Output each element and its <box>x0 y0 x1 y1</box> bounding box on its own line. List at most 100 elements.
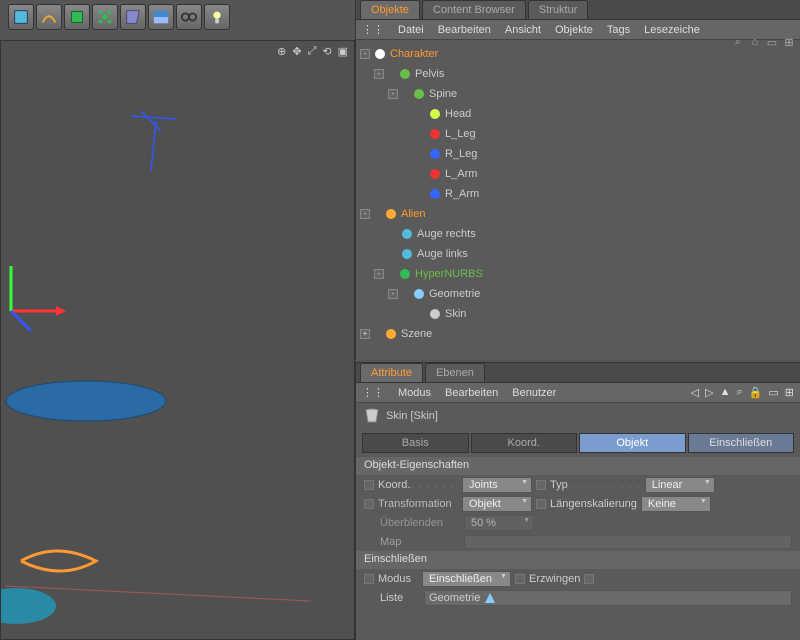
menu-datei[interactable]: Datei <box>398 24 424 36</box>
expand-icon[interactable]: - <box>374 69 384 79</box>
menu-bearbeiten[interactable]: Bearbeiten <box>438 24 491 36</box>
node-label: Szene <box>401 328 432 340</box>
attr-menu-bearbeiten[interactable]: Bearbeiten <box>445 387 498 399</box>
attr-menu-benutzer[interactable]: Benutzer <box>512 387 556 399</box>
tree-node[interactable]: L_Arm <box>360 164 800 184</box>
erz-checkbox[interactable] <box>515 574 525 584</box>
koord-checkbox[interactable] <box>364 480 374 490</box>
tree-node[interactable]: Auge links <box>360 244 800 264</box>
viewport-zoom-icon[interactable]: ⤢ <box>308 45 317 58</box>
koord-label: Koord.. . . . . . <box>378 479 458 491</box>
tab-ebenen[interactable]: Ebenen <box>425 363 485 382</box>
menu-tags[interactable]: Tags <box>607 24 630 36</box>
tool-deformer[interactable] <box>120 4 146 30</box>
tool-light[interactable] <box>204 4 230 30</box>
node-label: L_Arm <box>445 168 477 180</box>
modus-dropdown[interactable]: Einschließen <box>422 571 511 587</box>
tab-struktur[interactable]: Struktur <box>528 0 589 19</box>
subtab-koord[interactable]: Koord. <box>471 433 578 453</box>
subtab-objekt[interactable]: Objekt <box>579 433 686 453</box>
node-label: Alien <box>401 208 425 220</box>
tree-node[interactable]: Head <box>360 104 800 124</box>
tree-node[interactable]: - Alien <box>360 204 800 224</box>
expand-icon[interactable]: - <box>388 289 398 299</box>
trans-dropdown[interactable]: Objekt <box>462 496 532 512</box>
tree-node[interactable]: L_Leg <box>360 124 800 144</box>
trans-checkbox[interactable] <box>364 499 374 509</box>
tree-node[interactable]: Skin <box>360 304 800 324</box>
map-field[interactable] <box>464 535 792 549</box>
node-icon <box>384 207 398 221</box>
tree-node[interactable]: Auge rechts <box>360 224 800 244</box>
expand-icon[interactable]: - <box>360 209 370 219</box>
close-icon[interactable]: ⊞ <box>782 36 796 50</box>
attr-add-icon[interactable]: ⊞ <box>785 386 794 399</box>
section-einschl: Einschließen <box>356 551 800 569</box>
tree-node[interactable]: - HyperNURBS <box>360 264 800 284</box>
attr-grip-icon[interactable]: ⋮⋮ <box>362 386 384 399</box>
node-icon <box>400 247 414 261</box>
viewport-rot-icon[interactable]: ⟲ <box>322 45 331 58</box>
typ-label: Typ . . . . . . . . . <box>550 479 641 491</box>
langs-dropdown[interactable]: Keine <box>641 496 711 512</box>
node-icon <box>400 227 414 241</box>
node-icon <box>428 307 442 321</box>
expand-icon[interactable]: + <box>360 329 370 339</box>
tab-attribute[interactable]: Attribute <box>360 363 423 382</box>
erz-label: Erzwingen <box>529 573 580 585</box>
expand-icon[interactable]: - <box>388 89 398 99</box>
tool-camera[interactable] <box>176 4 202 30</box>
tree-node[interactable]: -Pelvis <box>360 64 800 84</box>
typ-dropdown[interactable]: Linear <box>645 477 715 493</box>
obj-grip-icon[interactable]: ⋮⋮ <box>362 23 384 36</box>
tree-node[interactable]: -Spine <box>360 84 800 104</box>
expand-icon[interactable]: - <box>374 269 384 279</box>
tool-cube[interactable] <box>8 4 34 30</box>
koord-dropdown[interactable]: Joints <box>462 477 532 493</box>
tab-content-browser[interactable]: Content Browser <box>422 0 526 19</box>
nav-up-icon[interactable]: ▲ <box>720 386 731 399</box>
nav-back-icon[interactable]: ◁ <box>691 386 699 399</box>
tool-array[interactable] <box>64 4 90 30</box>
attr-new-icon[interactable]: ▭ <box>768 386 778 399</box>
tool-environment[interactable] <box>148 4 174 30</box>
home-icon[interactable]: ⌂ <box>748 36 762 50</box>
tree-node[interactable]: + Szene <box>360 324 800 344</box>
attr-menu-modus[interactable]: Modus <box>398 387 431 399</box>
node-label: Auge rechts <box>417 228 476 240</box>
viewport-move-icon[interactable]: ✥ <box>292 45 301 58</box>
tree-node[interactable]: R_Arm <box>360 184 800 204</box>
collapse-icon[interactable]: ▭ <box>765 36 779 50</box>
node-label: Charakter <box>390 48 438 60</box>
attr-lock-icon[interactable]: 🔒 <box>749 386 763 399</box>
liste-field[interactable]: Geometrie <box>424 590 792 606</box>
tool-spline[interactable] <box>36 4 62 30</box>
menu-lesz[interactable]: Lesezeiche <box>644 24 700 36</box>
viewport-3d[interactable]: ⊕ ✥ ⤢ ⟲ ▣ <box>0 40 355 640</box>
viewport-max-icon[interactable]: ▣ <box>338 45 348 58</box>
node-label: Auge links <box>417 248 468 260</box>
node-label: Geometrie <box>429 288 480 300</box>
menu-objekte[interactable]: Objekte <box>555 24 593 36</box>
node-icon <box>412 287 426 301</box>
expand-icon[interactable]: - <box>360 49 370 59</box>
langs-checkbox[interactable] <box>536 499 546 509</box>
search-icon[interactable]: ⌕ <box>731 36 745 50</box>
object-tree[interactable]: -Charakter-Pelvis-SpineHeadL_LegR_LegL_A… <box>356 40 800 344</box>
erz-toggle[interactable] <box>584 574 594 584</box>
node-label: HyperNURBS <box>415 268 483 280</box>
modus-checkbox[interactable] <box>364 574 374 584</box>
tree-node[interactable]: R_Leg <box>360 144 800 164</box>
viewport-config-icon[interactable]: ⊕ <box>277 45 286 58</box>
nav-fwd-icon[interactable]: ▷ <box>705 386 713 399</box>
subtab-einschl[interactable]: Einschließen <box>688 433 795 453</box>
tab-objekte[interactable]: Objekte <box>360 0 420 19</box>
tool-generator[interactable] <box>92 4 118 30</box>
skin-icon <box>364 408 380 424</box>
subtab-basis[interactable]: Basis <box>362 433 469 453</box>
tree-node[interactable]: - Geometrie <box>360 284 800 304</box>
node-icon <box>398 267 412 281</box>
attr-search-icon[interactable]: ⌕ <box>737 386 743 399</box>
typ-checkbox[interactable] <box>536 480 546 490</box>
menu-ansicht[interactable]: Ansicht <box>505 24 541 36</box>
